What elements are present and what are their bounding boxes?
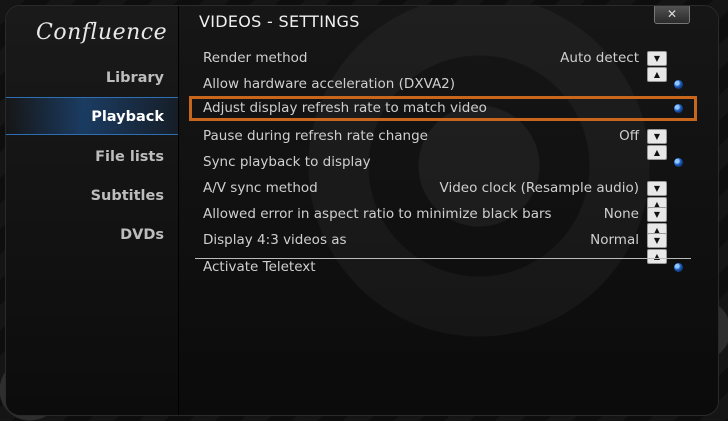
toggle-on-icon[interactable] <box>674 104 683 113</box>
spinner-control: ▼▲ <box>645 207 687 238</box>
setting-activate-teletext[interactable]: Activate Teletext <box>195 255 691 280</box>
spinner-down-icon[interactable]: ▼ <box>647 51 667 66</box>
setting-value: Video clock (Resample audio) <box>439 180 639 196</box>
sidebar-item-dvds[interactable]: DVDs <box>6 216 178 254</box>
setting-label: Display 4:3 videos as <box>203 232 347 248</box>
toggle-on-icon[interactable] <box>674 158 683 167</box>
setting-render-method[interactable]: Render method Auto detect ▼▲ <box>195 46 691 82</box>
sidebar-item-subtitles[interactable]: Subtitles <box>6 177 178 215</box>
setting-hardware-acceleration[interactable]: Allow hardware acceleration (DXVA2) <box>195 72 691 97</box>
category-sidebar: Confluence Library Playback File lists S… <box>6 6 178 415</box>
spinner-control: ▼▲ <box>645 233 687 264</box>
setting-aspect-ratio-error[interactable]: Allowed error in aspect ratio to minimiz… <box>195 202 691 238</box>
spinner-down-icon[interactable]: ▼ <box>647 207 667 222</box>
setting-label: Pause during refresh rate change <box>203 128 428 144</box>
setting-av-sync-method[interactable]: A/V sync method Video clock (Resample au… <box>195 176 691 212</box>
spinner-down-icon[interactable]: ▼ <box>647 181 667 196</box>
setting-value: Off <box>619 128 639 144</box>
setting-label: Adjust display refresh rate to match vid… <box>203 100 487 116</box>
sidebar-item-file-lists[interactable]: File lists <box>6 138 178 176</box>
setting-value: Normal <box>590 232 639 248</box>
spinner-down-icon[interactable]: ▼ <box>647 233 667 248</box>
setting-label: Activate Teletext <box>203 259 316 275</box>
setting-display-4-3[interactable]: Display 4:3 videos as Normal ▼▲ <box>195 228 691 264</box>
close-button[interactable]: ✕ <box>654 6 690 24</box>
setting-label: Sync playback to display <box>203 154 371 170</box>
settings-window: Confluence Library Playback File lists S… <box>6 6 718 415</box>
spinner-control: ▼▲ <box>645 181 687 212</box>
spinner-control: ▼▲ <box>645 129 687 160</box>
setting-adjust-refresh-rate[interactable]: Adjust display refresh rate to match vid… <box>189 96 697 121</box>
setting-value: None <box>603 206 639 222</box>
confluence-logo: Confluence <box>36 20 168 45</box>
setting-label: Allowed error in aspect ratio to minimiz… <box>203 206 552 222</box>
sidebar-item-playback[interactable]: Playback <box>6 97 178 135</box>
setting-label: Allow hardware acceleration (DXVA2) <box>203 76 456 92</box>
spinner-control: ▼▲ <box>645 51 687 82</box>
toggle-on-icon[interactable] <box>674 263 683 272</box>
setting-sync-playback[interactable]: Sync playback to display <box>195 150 691 175</box>
sidebar-item-library[interactable]: Library <box>6 59 178 97</box>
setting-label: A/V sync method <box>203 180 318 196</box>
setting-value: Auto detect <box>560 50 639 66</box>
page-title: VIDEOS - SETTINGS <box>199 12 360 31</box>
setting-pause-refresh-change[interactable]: Pause during refresh rate change Off ▼▲ <box>195 124 691 160</box>
toggle-on-icon[interactable] <box>674 80 683 89</box>
setting-label: Render method <box>203 50 308 66</box>
spinner-down-icon[interactable]: ▼ <box>647 129 667 144</box>
settings-panel: VIDEOS - SETTINGS ✕ Render method Auto d… <box>178 6 718 415</box>
